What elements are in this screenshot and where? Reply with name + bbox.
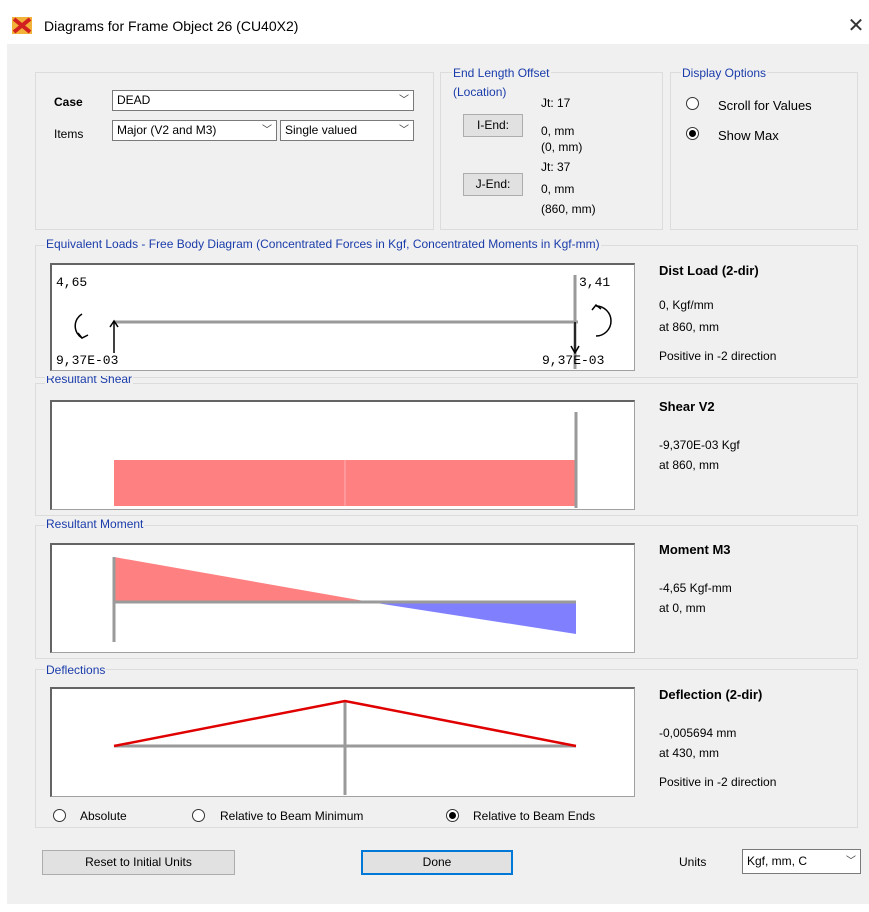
right-moment-arrow [595,305,612,337]
items-component-dropdown[interactable]: Major (V2 and M3) ﹀ [112,120,277,141]
shear-info-title: Shear V2 [659,399,715,414]
fbd-info-value: 0, Kgf/mm [659,298,714,312]
units-label: Units [679,855,707,869]
moment-positive-area [114,557,370,602]
chevron-down-icon: ﹀ [262,125,272,136]
relative-min-radio[interactable] [192,809,205,822]
moment-info-value: -4,65 Kgf-mm [659,581,732,595]
close-icon[interactable]: ✕ [842,12,869,40]
deflection-legend: Deflections [45,663,107,677]
relative-ends-label[interactable]: Relative to Beam Ends [473,809,595,823]
i-end-location: (0, mm) [541,140,583,154]
j-end-location: (860, mm) [541,202,596,216]
case-value: DEAD [117,93,151,107]
moment-diagram [50,543,635,653]
shear-diagram [50,400,635,510]
moment-legend: Resultant Moment [45,517,145,531]
deflection-info-location: at 430, mm [659,746,720,760]
units-value: Kgf, mm, C [747,854,808,868]
shear-canvas [114,412,578,508]
deflection-diagram [50,687,635,797]
items-mode-value: Single valued [285,123,358,137]
moment-canvas [112,557,576,642]
chevron-down-icon: ﹀ [846,856,856,867]
chevron-down-icon: ﹀ [399,125,409,136]
end-offset-legend-location: (Location) [452,85,508,99]
j-end-joint: Jt: 37 [541,160,571,174]
j-end-offset: 0, mm [541,182,575,196]
deflection-canvas [113,699,577,795]
left-moment-value: 4,65 [56,275,88,290]
fbd-info-location: at 860, mm [659,320,720,334]
shear-info-location: at 860, mm [659,458,720,472]
deflection-info-note: Positive in -2 direction [659,775,777,789]
right-force-value: 9,37E-03 [542,353,605,368]
scroll-for-values-label[interactable]: Scroll for Values [718,98,812,113]
moment-negative-area [370,602,576,634]
i-end-button[interactable]: I-End: [463,114,523,137]
items-mode-dropdown[interactable]: Single valued ﹀ [280,120,414,141]
chevron-down-icon: ﹀ [399,95,409,106]
show-max-radio[interactable] [686,127,699,140]
i-end-offset: 0, mm [541,124,575,138]
display-options-group [670,72,858,230]
done-button[interactable]: Done [361,850,513,875]
j-end-button[interactable]: J-End: [463,173,523,196]
relative-min-label[interactable]: Relative to Beam Minimum [220,809,363,823]
absolute-label[interactable]: Absolute [80,809,127,823]
reset-units-button[interactable]: Reset to Initial Units [42,850,235,875]
display-options-legend: Display Options [681,66,768,80]
title-bar: Diagrams for Frame Object 26 (CU40X2) ✕ [0,0,869,44]
left-force-value: 9,37E-03 [56,353,119,368]
fbd-legend: Equivalent Loads - Free Body Diagram (Co… [45,237,601,251]
end-offset-legend: End Length Offset [452,66,551,80]
shear-info-value: -9,370E-03 Kgf [659,438,740,452]
items-label: Items [54,127,84,141]
units-dropdown[interactable]: Kgf, mm, C ﹀ [742,849,861,874]
i-end-joint: Jt: 17 [541,96,571,110]
shear-legend: Resultant Shear [45,376,134,385]
fbd-info-title: Dist Load (2-dir) [659,263,759,278]
fbd-diagram: 4,65 3,41 9,37E-03 9,37E-03 [50,263,635,371]
left-moment-arrowhead [77,332,89,339]
fbd-info-note: Positive in -2 direction [659,349,777,363]
items-component-value: Major (V2 and M3) [117,123,217,137]
moment-info-location: at 0, mm [659,601,706,615]
window-title: Diagrams for Frame Object 26 (CU40X2) [44,18,299,34]
relative-ends-radio[interactable] [446,809,459,822]
app-icon [12,17,32,34]
right-moment-value: 3,41 [579,275,611,290]
show-max-label[interactable]: Show Max [718,128,779,143]
case-label: Case [54,95,83,109]
moment-info-title: Moment M3 [659,542,731,557]
case-dropdown[interactable]: DEAD ﹀ [112,90,414,111]
deflection-info-value: -0,005694 mm [659,726,737,740]
deflection-info-title: Deflection (2-dir) [659,687,763,702]
scroll-for-values-radio[interactable] [686,97,699,110]
absolute-radio[interactable] [53,809,66,822]
